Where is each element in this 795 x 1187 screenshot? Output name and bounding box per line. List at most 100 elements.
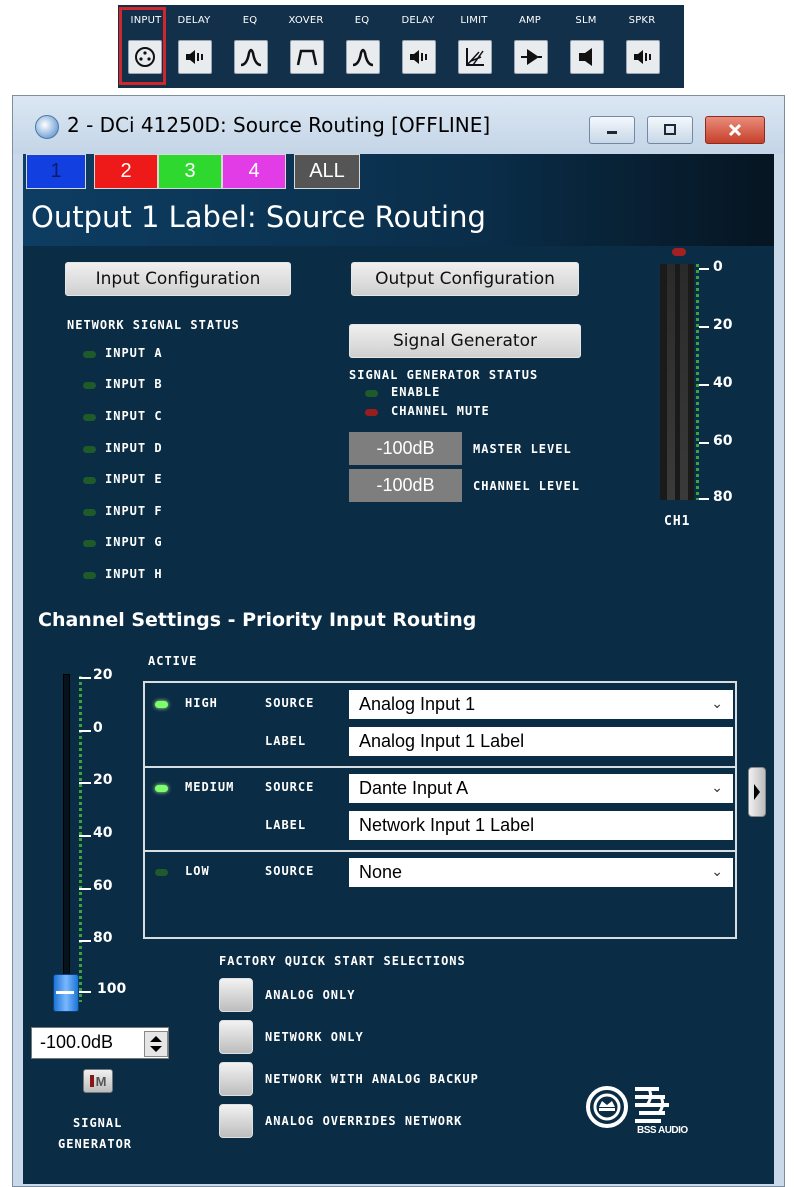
analog-only-label: ANALOG ONLY: [265, 988, 356, 1002]
xlr-input-icon[interactable]: [128, 40, 162, 74]
minimize-button[interactable]: [589, 116, 635, 144]
toolbar-item-amp[interactable]: AMP: [502, 5, 558, 88]
tab-channel-2[interactable]: 2: [94, 154, 158, 189]
source-label: SOURCE: [265, 696, 315, 710]
close-button[interactable]: [705, 116, 765, 144]
output-meter: [660, 264, 694, 500]
output-configuration-button[interactable]: Output Configuration: [351, 262, 579, 296]
chevron-right-icon: [754, 784, 760, 800]
expand-panel-button[interactable]: [748, 767, 766, 817]
status-led: [83, 477, 96, 484]
fader-scale-label: 60: [93, 878, 113, 894]
fader-scale-label: 100: [97, 981, 127, 997]
toolbar-item-eq-2[interactable]: EQ: [334, 5, 390, 88]
speaker-icon[interactable]: [626, 40, 660, 74]
status-led: [83, 382, 96, 389]
enable-label: ENABLE: [391, 385, 441, 399]
maximize-button[interactable]: [647, 116, 693, 144]
maximize-icon: [664, 124, 676, 135]
network-status-title: NETWORK SIGNAL STATUS: [67, 318, 240, 332]
tab-channel-3[interactable]: 3: [158, 154, 222, 189]
eq-icon[interactable]: [346, 40, 380, 74]
toolbar-label: AMP: [518, 15, 542, 26]
input-e-label: INPUT E: [105, 472, 163, 486]
meter-ticks: [696, 264, 699, 500]
input-configuration-button[interactable]: Input Configuration: [65, 262, 291, 296]
active-label: ACTIVE: [148, 654, 198, 668]
mute-led: [89, 1075, 94, 1087]
delay-icon[interactable]: [402, 40, 436, 74]
medium-label-field[interactable]: Network Input 1 Label: [349, 811, 733, 840]
header-band: 1 2 3 4 ALL Output 1 Label: Source Routi…: [23, 154, 774, 246]
tab-channel-4[interactable]: 4: [222, 154, 286, 189]
section-title: Channel Settings - Priority Input Routin…: [38, 609, 477, 631]
fader-ticks: [79, 676, 82, 1002]
tab-label: ALL: [309, 160, 345, 182]
eq-icon[interactable]: [234, 40, 268, 74]
high-source-value: Analog Input 1: [359, 694, 476, 714]
analog-overrides-network-button[interactable]: [219, 1104, 253, 1138]
title-bar[interactable]: 2 - DCi 41250D: Source Routing [OFFLINE]: [13, 96, 784, 154]
toolbar-label: XOVER: [288, 15, 324, 26]
toolbar-label: EQ: [354, 15, 370, 26]
status-led: [83, 351, 96, 358]
fader-scale-label: 0: [93, 720, 103, 736]
signal-generator-button[interactable]: Signal Generator: [349, 324, 581, 358]
toolbar-item-limit[interactable]: LIMIT: [446, 5, 502, 88]
analog-overrides-network-label: ANALOG OVERRIDES NETWORK: [265, 1114, 463, 1128]
toolbar-item-spkr[interactable]: SPKR: [614, 5, 670, 88]
label-label: LABEL: [265, 818, 307, 832]
toolbar-label: DELAY: [177, 15, 211, 26]
network-only-button[interactable]: [219, 1020, 253, 1054]
xover-icon[interactable]: [290, 40, 324, 74]
medium-source-select[interactable]: Dante Input A ⌄: [349, 774, 733, 803]
toolbar-item-eq[interactable]: EQ: [222, 5, 278, 88]
channel-level-value: -100dB: [349, 469, 462, 502]
source-label: SOURCE: [265, 864, 315, 878]
fader-caption-line2: GENERATOR: [58, 1137, 133, 1151]
siggen-status-title: SIGNAL GENERATOR STATUS: [349, 368, 539, 382]
chevron-down-icon: ⌄: [711, 779, 723, 795]
master-level-label: MASTER LEVEL: [473, 442, 572, 456]
status-led: [83, 572, 96, 579]
master-level-value: -100dB: [349, 432, 462, 465]
slm-icon[interactable]: [570, 40, 604, 74]
amp-icon[interactable]: [514, 40, 548, 74]
toolbar-item-slm[interactable]: SLM: [558, 5, 614, 88]
toolbar-item-xover[interactable]: XOVER: [278, 5, 334, 88]
tab-channel-1[interactable]: 1: [26, 154, 86, 189]
app-icon: [35, 115, 59, 139]
fader-value: -100.0dB: [40, 1032, 114, 1052]
low-source-select[interactable]: None ⌄: [349, 858, 733, 887]
tab-channel-all[interactable]: ALL: [294, 154, 360, 189]
network-only-label: NETWORK ONLY: [265, 1030, 364, 1044]
divider: [145, 766, 735, 768]
signal-generator-mute-button[interactable]: M: [83, 1069, 113, 1093]
high-label-field[interactable]: Analog Input 1 Label: [349, 727, 733, 756]
status-led: [83, 540, 96, 547]
bss-audio-logo: BSS AUDIO: [585, 1079, 715, 1139]
toolbar-label: SLM: [575, 15, 597, 26]
analog-only-button[interactable]: [219, 978, 253, 1012]
network-with-analog-backup-button[interactable]: [219, 1062, 253, 1096]
fader-knob[interactable]: [53, 974, 79, 1012]
meter-scale-label: 40: [713, 375, 733, 391]
module-toolbar: INPUT DELAY EQ XOVER EQ DELAY LIMIT AMP …: [118, 5, 684, 88]
delay-icon[interactable]: [178, 40, 212, 74]
input-b-label: INPUT B: [105, 377, 163, 391]
status-led: [83, 446, 96, 453]
toolbar-item-delay[interactable]: DELAY: [166, 5, 222, 88]
source-label: SOURCE: [265, 780, 315, 794]
divider: [145, 850, 735, 852]
channel-level-label: CHANNEL LEVEL: [473, 479, 580, 493]
limiter-icon[interactable]: [458, 40, 492, 74]
stepper-arrows-icon[interactable]: [144, 1031, 168, 1057]
fader-value-stepper[interactable]: -100.0dB: [31, 1027, 169, 1059]
window-title: 2 - DCi 41250D: Source Routing [OFFLINE]: [67, 113, 491, 137]
tab-label: 4: [248, 160, 260, 182]
priority-high-label: HIGH: [185, 696, 218, 710]
toolbar-label: LIMIT: [460, 15, 488, 26]
high-source-select[interactable]: Analog Input 1 ⌄: [349, 690, 733, 719]
priority-routing-box: HIGH SOURCE Analog Input 1 ⌄ LABEL Analo…: [143, 681, 737, 939]
toolbar-item-delay-2[interactable]: DELAY: [390, 5, 446, 88]
